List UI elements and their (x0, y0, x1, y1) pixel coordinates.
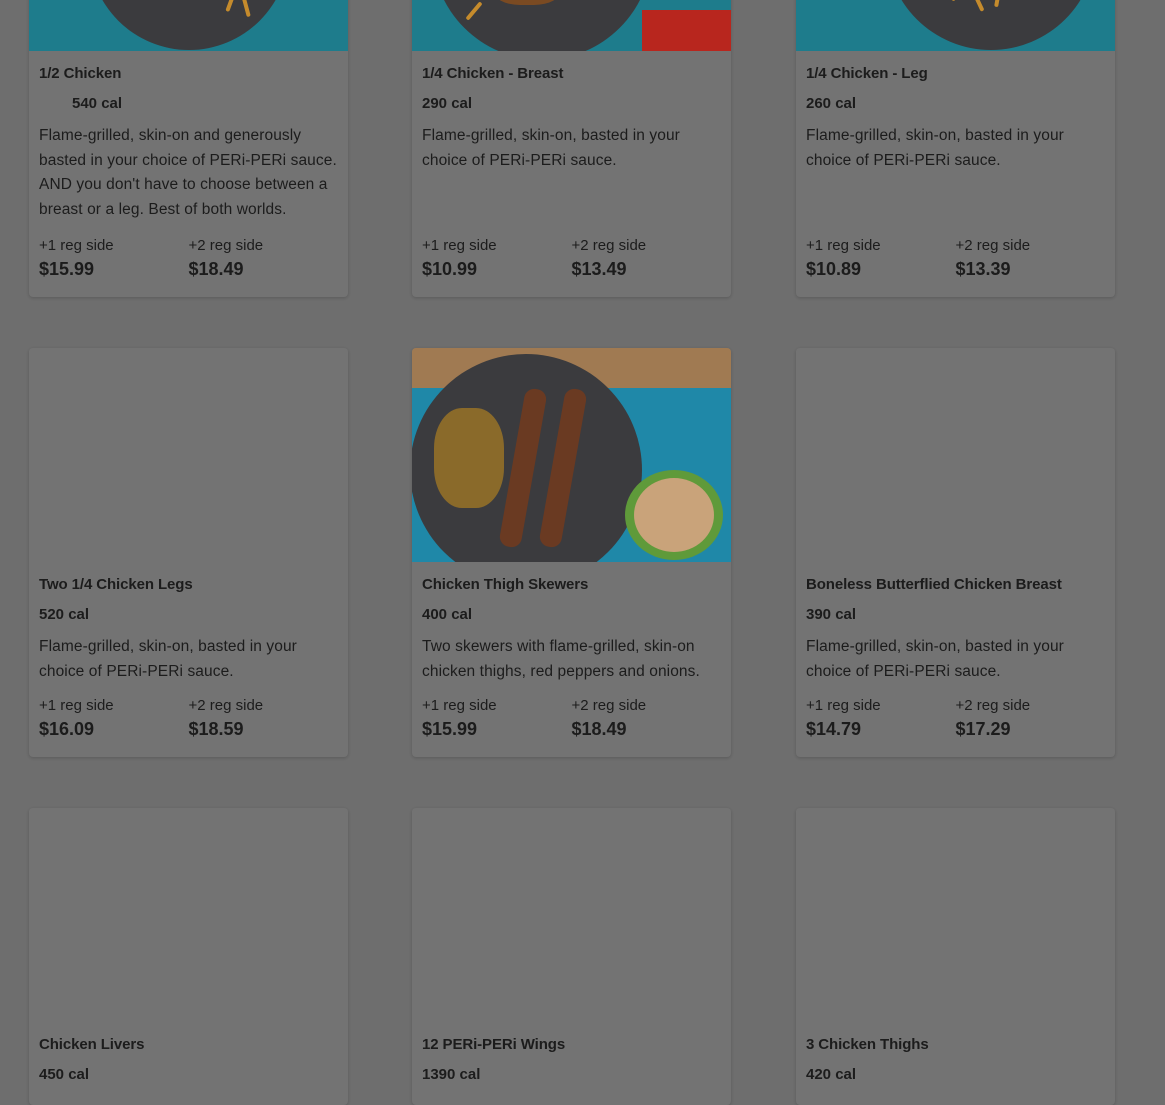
price-option-1-side[interactable]: +1 reg side $15.99 (39, 236, 189, 282)
menu-item-description: Flame-grilled, skin-on, basted in your c… (806, 127, 1064, 169)
price-option-1-side[interactable]: +1 reg side $10.99 (422, 236, 572, 282)
side-label: +2 reg side (955, 237, 1031, 254)
side-label: +2 reg side (188, 697, 264, 714)
price: $18.49 (188, 259, 244, 279)
menu-card-half-chicken[interactable]: 1/2 Chicken 540 cal Flame-grilled, skin-… (29, 0, 348, 297)
menu-item-calories: 520 cal (39, 606, 90, 623)
menu-item-image (29, 348, 348, 562)
menu-item-title: 1/2 Chicken (39, 65, 122, 82)
menu-item-calories: 290 cal (422, 95, 473, 112)
menu-item-image (412, 0, 731, 51)
menu-item-title: 12 PERi-PERi Wings (422, 1036, 566, 1053)
side-label: +1 reg side (39, 697, 114, 714)
price: $14.79 (806, 719, 862, 739)
menu-card-peri-wings[interactable]: 12 PERi-PERi Wings 1390 cal (412, 808, 731, 1105)
price-option-2-sides[interactable]: +2 reg side $18.59 (189, 696, 339, 742)
price-option-2-sides[interactable]: +2 reg side $13.39 (956, 236, 1106, 282)
menu-item-description: Flame-grilled, skin-on and generously ba… (39, 127, 337, 218)
menu-item-image (29, 0, 348, 51)
menu-item-image (412, 348, 731, 562)
menu-item-image (796, 808, 1115, 1022)
price-option-2-sides[interactable]: +2 reg side $17.29 (956, 696, 1106, 742)
menu-item-calories: 260 cal (806, 95, 857, 112)
price: $16.09 (39, 719, 95, 739)
side-label: +2 reg side (571, 237, 647, 254)
menu-item-title: Chicken Thigh Skewers (422, 576, 589, 593)
side-label: +1 reg side (422, 237, 497, 254)
side-label: +2 reg side (188, 237, 264, 254)
menu-card-chicken-livers[interactable]: Chicken Livers 450 cal (29, 808, 348, 1105)
menu-item-title: Two 1/4 Chicken Legs (39, 576, 193, 593)
menu-card-chicken-thighs[interactable]: 3 Chicken Thighs 420 cal (796, 808, 1115, 1105)
menu-item-description: Flame-grilled, skin-on, basted in your c… (422, 127, 680, 169)
menu-item-description: Flame-grilled, skin-on, basted in your c… (39, 638, 297, 680)
price: $15.99 (422, 719, 478, 739)
menu-item-image (29, 808, 348, 1022)
menu-item-description: Two skewers with flame-grilled, skin-on … (422, 638, 700, 680)
menu-item-title: 1/4 Chicken - Leg (806, 65, 928, 82)
side-label: +1 reg side (806, 237, 881, 254)
price-option-2-sides[interactable]: +2 reg side $13.49 (572, 236, 722, 282)
menu-item-description: Flame-grilled, skin-on, basted in your c… (806, 638, 1064, 680)
price-option-1-side[interactable]: +1 reg side $15.99 (422, 696, 572, 742)
price: $10.89 (806, 259, 862, 279)
side-label: +2 reg side (571, 697, 647, 714)
price: $10.99 (422, 259, 478, 279)
menu-item-calories: 400 cal (422, 606, 473, 623)
price: $17.29 (955, 719, 1011, 739)
menu-card-quarter-chicken-leg[interactable]: 1/4 Chicken - Leg 260 cal Flame-grilled,… (796, 0, 1115, 297)
menu-item-title: 1/4 Chicken - Breast (422, 65, 564, 82)
menu-item-image (796, 348, 1115, 562)
price: $18.59 (188, 719, 244, 739)
side-label: +1 reg side (806, 697, 881, 714)
menu-card-quarter-chicken-breast[interactable]: 1/4 Chicken - Breast 290 cal Flame-grill… (412, 0, 731, 297)
menu-card-thigh-skewers[interactable]: Chicken Thigh Skewers 400 cal Two skewer… (412, 348, 731, 757)
menu-item-image (796, 0, 1115, 51)
menu-card-two-quarter-legs[interactable]: Two 1/4 Chicken Legs 520 cal Flame-grill… (29, 348, 348, 757)
side-label: +2 reg side (955, 697, 1031, 714)
menu-item-calories: 450 cal (39, 1066, 90, 1083)
price: $13.49 (571, 259, 627, 279)
price-option-1-side[interactable]: +1 reg side $14.79 (806, 696, 956, 742)
menu-item-calories: 390 cal (806, 606, 857, 623)
price: $15.99 (39, 259, 95, 279)
price-option-1-side[interactable]: +1 reg side $10.89 (806, 236, 956, 282)
menu-item-calories: 540 cal (72, 95, 123, 112)
menu-item-title: Chicken Livers (39, 1036, 145, 1053)
menu-item-title: Boneless Butterflied Chicken Breast (806, 576, 1062, 593)
side-label: +1 reg side (422, 697, 497, 714)
price-option-2-sides[interactable]: +2 reg side $18.49 (189, 236, 339, 282)
menu-card-butterflied-breast[interactable]: Boneless Butterflied Chicken Breast 390 … (796, 348, 1115, 757)
menu-item-calories: 1390 cal (422, 1066, 481, 1083)
side-label: +1 reg side (39, 237, 114, 254)
menu-item-image (412, 808, 731, 1022)
menu-item-calories: 420 cal (806, 1066, 857, 1083)
price: $13.39 (955, 259, 1011, 279)
price-option-2-sides[interactable]: +2 reg side $18.49 (572, 696, 722, 742)
menu-item-title: 3 Chicken Thighs (806, 1036, 929, 1053)
price: $18.49 (571, 719, 627, 739)
price-option-1-side[interactable]: +1 reg side $16.09 (39, 696, 189, 742)
